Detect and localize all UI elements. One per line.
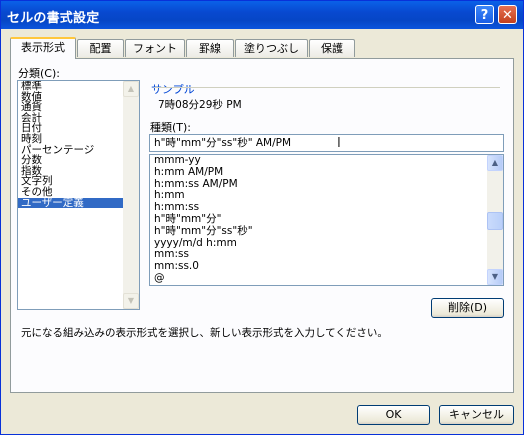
category-item[interactable]: 時刻 [18, 134, 139, 145]
ok-button[interactable]: OK [357, 405, 430, 425]
sample-group-divider [154, 87, 500, 88]
category-listbox[interactable]: 標準 数値 通貨 会計 日付 時刻 パーセンテージ 分数 指数 文字列 その他 … [17, 80, 140, 310]
sample-group-label: サンプル [151, 83, 195, 96]
category-scrollbar[interactable]: ▲ ▼ [123, 81, 139, 309]
tab-border[interactable]: 罫線 [186, 39, 234, 57]
title-bar[interactable]: セルの書式設定 ? ✕ [1, 1, 523, 29]
tab-font[interactable]: フォント [125, 39, 185, 57]
scroll-down-icon[interactable]: ▼ [123, 293, 139, 309]
format-item[interactable]: h:mm AM/PM [150, 166, 503, 179]
close-icon[interactable]: ✕ [498, 5, 517, 24]
type-label: 種類(T): [150, 121, 192, 134]
sample-value: 7時08分29秒 PM [158, 99, 242, 111]
category-item-selected[interactable]: ユーザー定義 [18, 197, 139, 209]
scroll-thumb[interactable] [487, 212, 503, 230]
tab-protection[interactable]: 保護 [309, 39, 355, 57]
scroll-up-icon[interactable]: ▲ [123, 81, 139, 97]
text-cursor-icon: I [337, 136, 341, 151]
format-item[interactable]: mm:ss.0 [150, 261, 503, 273]
category-item[interactable]: 標準 [18, 81, 139, 92]
format-item[interactable]: h"時"mm"分"ss"秒" [150, 225, 503, 238]
format-item[interactable]: h"時"mm"分" [150, 214, 503, 226]
type-listbox[interactable]: mmm-yy h:mm AM/PM h:mm:ss AM/PM h:mm h:m… [149, 154, 504, 286]
format-item[interactable]: yyyy/m/d h:mm [150, 237, 503, 250]
instruction-text: 元になる組み込みの表示形式を選択し、新しい表示形式を入力してください。 [21, 327, 388, 339]
format-item[interactable]: mm:ss [150, 249, 503, 261]
format-item[interactable]: @ [150, 273, 503, 285]
tab-fill[interactable]: 塗りつぶし [235, 39, 308, 57]
format-cells-dialog: セルの書式設定 ? ✕ 表示形式 配置 フォント 罫線 塗りつぶし 保護 分類(… [0, 0, 524, 435]
cancel-button[interactable]: キャンセル [439, 405, 514, 425]
delete-button[interactable]: 削除(D) [431, 298, 504, 318]
scroll-up-icon[interactable]: ▲ [487, 155, 503, 171]
type-input[interactable]: h"時"mm"分"ss"秒" AM/PM [149, 134, 504, 152]
type-scrollbar[interactable]: ▲ ▼ [487, 155, 503, 285]
format-item[interactable]: h:mm:ss AM/PM [150, 178, 503, 191]
category-label: 分類(C): [18, 67, 60, 80]
window-title: セルの書式設定 [7, 11, 100, 26]
format-item[interactable]: h:mm [150, 190, 503, 202]
category-item[interactable]: その他 [18, 187, 139, 198]
scroll-down-icon[interactable]: ▼ [487, 269, 503, 285]
tab-alignment[interactable]: 配置 [77, 39, 124, 57]
tab-number-format[interactable]: 表示形式 [10, 37, 76, 59]
help-icon[interactable]: ? [475, 5, 494, 24]
